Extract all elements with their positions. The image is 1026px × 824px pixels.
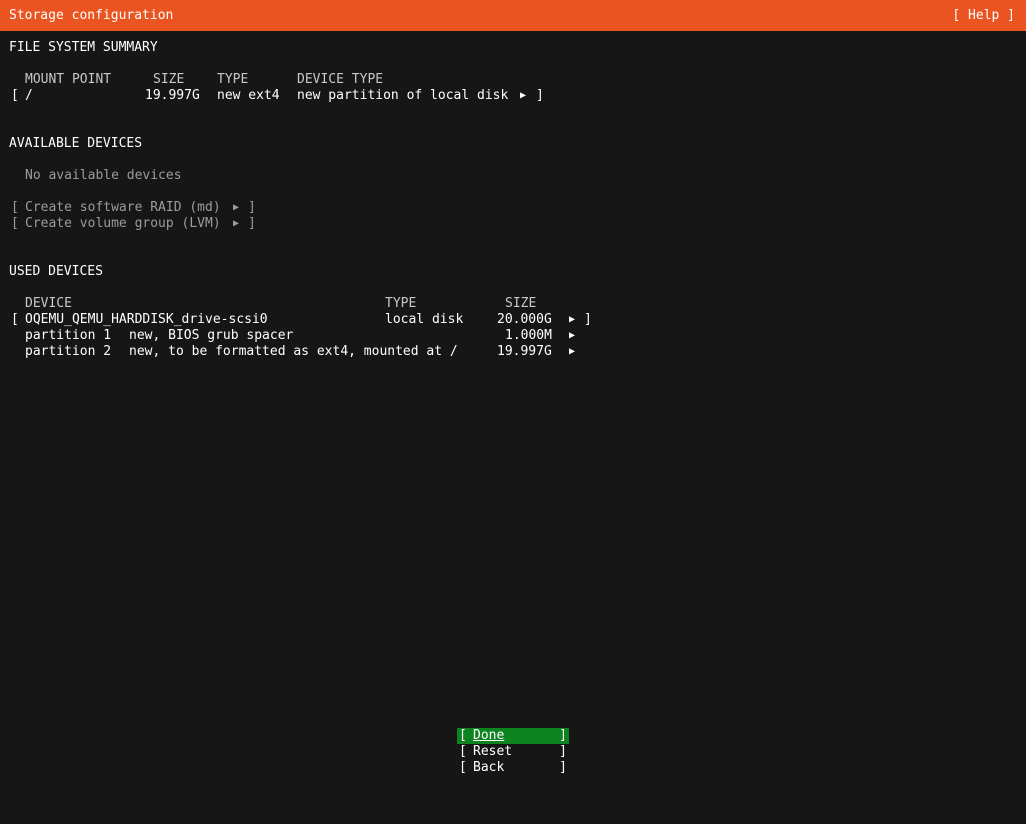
- page-title: Storage configuration: [9, 8, 174, 23]
- right-triangle-icon: ▶: [569, 346, 576, 357]
- create-raid-label: Create software RAID (md): [25, 200, 221, 215]
- reset-label: Reset: [473, 744, 513, 759]
- back-button[interactable]: [ Back ]: [457, 760, 569, 776]
- disk-name: OQEMU_QEMU_HARDDISK_drive-scsi0: [25, 312, 268, 327]
- partition-desc: new, to be formatted as ext4, mounted at…: [129, 344, 458, 359]
- done-button[interactable]: [ Done ]: [457, 728, 569, 744]
- used-col-device: DEVICE: [25, 296, 72, 311]
- partition-name: partition 2: [25, 344, 112, 359]
- title-bar: Storage configuration [ Help ]: [0, 0, 1026, 31]
- fs-summary-title: FILE SYSTEM SUMMARY: [9, 40, 158, 55]
- fs-row-device-type: new partition of local disk: [297, 88, 509, 103]
- fs-row-open-bracket: [: [11, 88, 19, 103]
- back-label: Back: [473, 760, 505, 775]
- available-title: AVAILABLE DEVICES: [9, 136, 143, 151]
- partition-size: 1.000M: [505, 328, 552, 343]
- fs-row-mount: /: [25, 88, 33, 103]
- right-triangle-icon: ▶: [520, 90, 527, 101]
- partition-size: 19.997G: [497, 344, 552, 359]
- fs-col-type: TYPE: [217, 72, 249, 87]
- fs-row-type: new ext4: [217, 88, 280, 103]
- done-label: Done: [473, 728, 505, 743]
- create-lvm-label: Create volume group (LVM): [25, 216, 221, 231]
- right-triangle-icon: ▶: [569, 330, 576, 341]
- fs-col-device-type: DEVICE TYPE: [297, 72, 384, 87]
- reset-button[interactable]: [ Reset ]: [457, 744, 569, 760]
- fs-row-size: 19.997G: [145, 88, 200, 103]
- fs-col-mount: MOUNT POINT: [25, 72, 112, 87]
- help-button[interactable]: [ Help ]: [952, 8, 1015, 24]
- partition-name: partition 1: [25, 328, 112, 343]
- right-triangle-icon: ▶: [569, 314, 576, 325]
- fs-row-close-bracket: ]: [536, 88, 544, 103]
- used-col-size: SIZE: [505, 296, 537, 311]
- no-devices-text: No available devices: [25, 168, 182, 183]
- disk-size: 20.000G: [497, 312, 552, 327]
- used-title: USED DEVICES: [9, 264, 103, 279]
- fs-col-size: SIZE: [153, 72, 185, 87]
- partition-desc: new, BIOS grub spacer: [129, 328, 294, 343]
- disk-type: local disk: [385, 312, 464, 327]
- right-triangle-icon: ▶: [233, 218, 240, 229]
- used-col-type: TYPE: [385, 296, 417, 311]
- right-triangle-icon: ▶: [233, 202, 240, 213]
